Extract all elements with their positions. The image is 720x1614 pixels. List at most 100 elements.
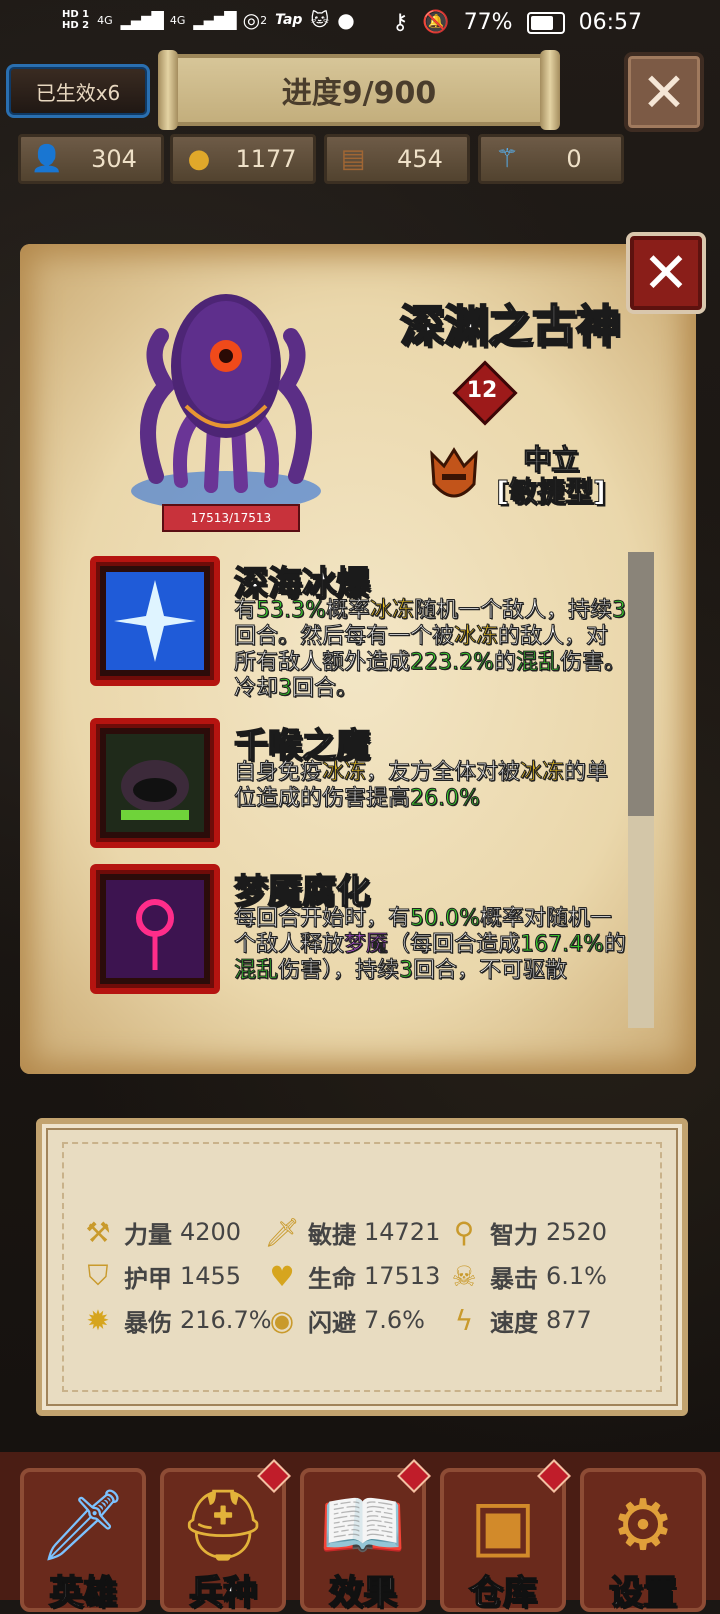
- skill-title: 千喉之魔: [233, 725, 371, 767]
- maw-demon-icon: [90, 718, 220, 848]
- boss-type-text: [敏捷型]: [496, 475, 607, 508]
- stat-label: 暴击: [490, 1264, 538, 1293]
- nav-units[interactable]: ⛑ 兵种: [160, 1459, 291, 1614]
- highlight-text: 冰冻: [369, 598, 414, 624]
- progress-banner: 进度9/900: [158, 50, 560, 130]
- desc-text: 有: [233, 598, 257, 624]
- nav-effects[interactable]: 📖 效果: [300, 1459, 431, 1614]
- stat-value: 17513: [364, 1262, 441, 1290]
- skull-icon: ☠: [451, 1259, 477, 1293]
- desc-text: 的: [493, 650, 516, 676]
- skill-item: 梦魇腐化 每回合开始时，有50.0%概率对随机一个敌人释放梦魇（每回合造成167…: [90, 864, 630, 994]
- nav-heroes[interactable]: 🗡 英雄: [20, 1468, 146, 1614]
- highlight-text: 3: [399, 958, 414, 984]
- stat-crit: ☠ 暴击 6.1%: [446, 1258, 607, 1294]
- heart-icon: ♥: [269, 1259, 295, 1293]
- desc-text: 回合。然后每有一个被: [233, 624, 455, 650]
- highlight-text: 梦魇: [344, 932, 389, 958]
- stat-value: 4200: [180, 1218, 242, 1246]
- highlight-text: 冰冻: [322, 760, 367, 786]
- skill-description: 有53.3%概率冰冻随机一个敌人，持续3回合。然后每有一个被冰冻的敌人，对所有敌…: [233, 598, 630, 702]
- desc-text: 每回合开始时，有: [233, 906, 411, 932]
- stat-agility: 🗡 敏捷 14721: [264, 1214, 440, 1250]
- stat-label: 暴伤: [124, 1308, 172, 1337]
- signal-icon: ▂▄▆█: [120, 10, 164, 30]
- stat-dodge: ◉ 闪避 7.6%: [264, 1302, 425, 1338]
- close-icon: ✕: [641, 60, 687, 124]
- desc-text: 的: [603, 932, 626, 958]
- crystal-staff-icon: ⚚: [495, 144, 519, 174]
- key-icon: ⚷: [392, 10, 409, 35]
- hotspot-count: 2: [260, 13, 268, 27]
- gold-value: 1177: [235, 145, 297, 173]
- close-icon: ✕: [642, 240, 690, 306]
- cat-icon: 🐱: [310, 9, 330, 31]
- desc-text: 概率: [325, 598, 370, 624]
- resource-gold: ● 1177: [170, 134, 316, 184]
- stat-strength: ⚒ 力量 4200: [80, 1214, 241, 1250]
- wood-logs-icon: ▤: [340, 144, 366, 174]
- stat-value: 1455: [180, 1262, 242, 1290]
- stat-label: 闪避: [308, 1308, 356, 1337]
- ice-burst-icon: [90, 556, 220, 686]
- stat-intelligence: ⚲ 智力 2520: [446, 1214, 607, 1250]
- population-icon: 👤: [30, 144, 64, 174]
- hd2-label: HD 2: [62, 20, 90, 31]
- boss-portrait: [126, 276, 326, 516]
- sword-icon: 🗡: [38, 1484, 128, 1566]
- close-top-button[interactable]: ✕: [624, 52, 704, 132]
- nav-settings[interactable]: ⚙ 设置: [580, 1468, 706, 1614]
- stat-armor: ⛉ 护甲 1455: [80, 1258, 241, 1294]
- nav-storage[interactable]: ▣ 仓库: [440, 1459, 571, 1614]
- highlight-text: 50.0%: [410, 906, 481, 932]
- axe-icon: ⚒: [85, 1215, 111, 1249]
- tentacle-monster-icon: [131, 294, 321, 511]
- highlight-text: 3: [278, 676, 293, 702]
- buff-button[interactable]: 已生效x6: [6, 64, 150, 118]
- resource-crystal: ⚚ 0: [478, 134, 624, 184]
- skill-item: 千喉之魔 自身免疫冰冻，友方全体对被冰冻的单位造成的伤害提高26.0%: [90, 718, 630, 848]
- desc-text: 伤害），持续: [278, 958, 400, 984]
- clock: 06:57: [578, 10, 642, 35]
- helmet-icon: ⛑: [178, 1484, 268, 1566]
- stat-value: 877: [546, 1306, 592, 1334]
- skill-description: 每回合开始时，有50.0%概率对随机一个敌人释放梦魇（每回合造成167.4%的混…: [233, 906, 630, 984]
- nav-label: 设置: [608, 1572, 678, 1614]
- stat-value: 14721: [364, 1218, 441, 1246]
- stats-panel: ⚒ 力量 4200 🗡 敏捷 14721 ⚲ 智力 2520 ⛉ 护甲 1455 ♥ 生命 1751…: [36, 1118, 688, 1416]
- boss-level: 12: [466, 377, 498, 403]
- staff-icon: ⚲: [453, 1215, 475, 1249]
- burst-icon: ✹: [86, 1303, 110, 1337]
- highlight-text: 混乱: [233, 958, 279, 984]
- boss-name: 深渊之古神: [399, 300, 621, 353]
- shield-icon: ⛉: [87, 1259, 109, 1292]
- gear-icon: ⚙: [611, 1484, 675, 1566]
- skill-item: 深海冰爆 有53.3%概率冰冻随机一个敌人，持续3回合。然后每有一个被冰冻的敌人…: [90, 556, 630, 702]
- boss-hp-text: 17513/17513: [190, 511, 272, 525]
- skill-list[interactable]: 深海冰爆 有53.3%概率冰冻随机一个敌人，持续3回合。然后每有一个被冰冻的敌人…: [90, 556, 630, 1040]
- highlight-text: 冰冻: [454, 624, 499, 650]
- desc-text: 回合。: [292, 676, 359, 702]
- highlight-text: 223.2%: [410, 650, 495, 676]
- skill-scrollbar[interactable]: [628, 552, 654, 1028]
- stat-label: 敏捷: [308, 1220, 356, 1249]
- nav-label: 英雄: [48, 1572, 118, 1614]
- desc-text: 自身免疫: [233, 760, 323, 786]
- skill-title: 深海冰爆: [233, 563, 371, 605]
- stat-value: 216.7%: [180, 1306, 272, 1334]
- close-panel-button[interactable]: ✕: [626, 232, 706, 314]
- scrollbar-thumb[interactable]: [628, 552, 654, 816]
- stat-value: 2520: [546, 1218, 608, 1246]
- nav-label: 兵种: [188, 1572, 258, 1614]
- progress-text: 进度9/900: [281, 76, 437, 111]
- battery-icon: [526, 11, 565, 34]
- eye-icon: ◉: [269, 1303, 295, 1337]
- hd1-label: HD 1: [62, 9, 90, 20]
- bottom-nav: 🗡 英雄 ⛑ 兵种 📖 效果 ▣ 仓库 ⚙ 设置: [0, 1452, 720, 1614]
- nav-label: 效果: [328, 1572, 398, 1614]
- desc-text: 随机一个敌人，持续: [413, 598, 612, 624]
- gold-coins-icon: ●: [187, 144, 211, 174]
- stat-value: 6.1%: [546, 1262, 607, 1290]
- chat-bubble-icon: ●: [337, 8, 355, 32]
- stat-health: ♥ 生命 17513: [264, 1258, 440, 1294]
